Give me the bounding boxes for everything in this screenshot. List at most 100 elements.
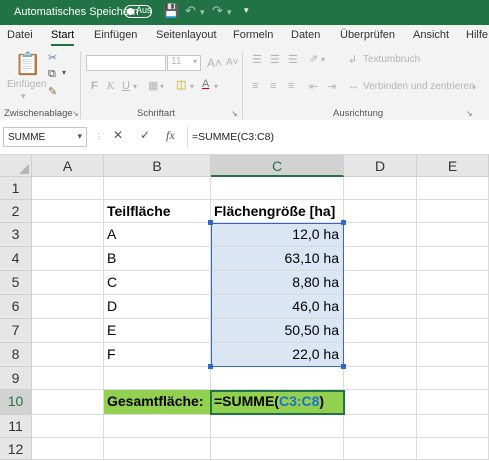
align-top-icon[interactable]: ☰ (252, 53, 262, 66)
format-painter-icon[interactable]: ✎ (48, 85, 57, 98)
font-launcher-icon[interactable]: ↘ (231, 109, 238, 118)
cell-b7[interactable]: E (104, 319, 211, 343)
range-handle-top-left[interactable] (208, 220, 213, 225)
alignment-launcher-icon[interactable]: ↘ (466, 109, 473, 118)
enter-icon[interactable]: ✓ (140, 128, 150, 142)
cell-c4[interactable]: 63,10 ha (211, 247, 344, 271)
cell-c2[interactable]: Flächengröße [ha] (211, 200, 344, 223)
cell-d2[interactable] (344, 200, 417, 223)
cell-e6[interactable] (417, 295, 489, 319)
cell-e5[interactable] (417, 271, 489, 295)
column-header-b[interactable]: B (104, 155, 211, 177)
fill-color-dropdown-icon[interactable]: ▾ (190, 82, 194, 91)
row-header-12[interactable]: 12 (0, 438, 32, 460)
tab-hilfe[interactable]: Hilfe (466, 29, 488, 41)
row-header-2[interactable]: 2 (0, 200, 32, 223)
save-icon[interactable]: 💾 (163, 3, 179, 19)
customize-quick-access-icon[interactable]: ▾ (244, 5, 249, 16)
cell-c5[interactable]: 8,80 ha (211, 271, 344, 295)
cell-b4[interactable]: B (104, 247, 211, 271)
row-header-8[interactable]: 8 (0, 343, 32, 367)
row-header-1[interactable]: 1 (0, 177, 32, 200)
font-name-input[interactable] (86, 55, 166, 71)
cell-a12[interactable] (32, 438, 104, 460)
merge-dropdown-icon[interactable]: ▾ (472, 83, 476, 92)
cell-a5[interactable] (32, 271, 104, 295)
undo-dropdown-icon[interactable]: ▾ (200, 7, 205, 18)
align-middle-icon[interactable]: ☰ (270, 53, 280, 66)
wrap-text-label[interactable]: Textumbruch (363, 54, 420, 65)
cell-a9[interactable] (32, 367, 104, 390)
cell-e2[interactable] (417, 200, 489, 223)
cell-d12[interactable] (344, 438, 417, 460)
cell-b11[interactable] (104, 415, 211, 438)
merge-label[interactable]: Verbinden und zentrieren (363, 81, 475, 92)
cell-d1[interactable] (344, 177, 417, 200)
formula-bar-grip-icon[interactable]: ⋮ (95, 132, 103, 141)
copy-dropdown-icon[interactable]: ▾ (62, 68, 66, 77)
tab-ueberpruefen[interactable]: Überprüfen (340, 29, 395, 41)
cell-e1[interactable] (417, 177, 489, 200)
bold-icon[interactable]: F (91, 80, 98, 92)
range-handle-bottom-left[interactable] (208, 364, 213, 369)
cell-b1[interactable] (104, 177, 211, 200)
cell-c9[interactable] (211, 367, 344, 390)
row-header-11[interactable]: 11 (0, 415, 32, 438)
cell-a8[interactable] (32, 343, 104, 367)
orientation-icon[interactable]: ⇗ (309, 52, 318, 65)
redo-dropdown-icon[interactable]: ▾ (227, 7, 232, 18)
row-header-5[interactable]: 5 (0, 271, 32, 295)
cancel-icon[interactable]: ✕ (113, 128, 123, 142)
cell-a7[interactable] (32, 319, 104, 343)
borders-dropdown-icon[interactable]: ▾ (160, 82, 164, 91)
font-color-icon[interactable]: A (202, 78, 209, 90)
select-all-button[interactable] (0, 155, 32, 177)
fill-color-icon[interactable]: ◫ (176, 78, 186, 91)
range-handle-top-right[interactable] (341, 220, 346, 225)
cell-c7[interactable]: 50,50 ha (211, 319, 344, 343)
merge-icon[interactable]: ↔ (348, 80, 359, 92)
cell-c11[interactable] (211, 415, 344, 438)
cell-c10[interactable]: =SUMME(C3:C8) (211, 390, 345, 415)
tab-datei[interactable]: Datei (7, 29, 33, 41)
paste-dropdown-icon[interactable]: ▾ (21, 91, 26, 102)
cell-b9[interactable] (104, 367, 211, 390)
column-header-c[interactable]: C (211, 155, 344, 177)
cell-d3[interactable] (344, 223, 417, 247)
cell-a2[interactable] (32, 200, 104, 223)
decrease-indent-icon[interactable]: ⇤ (309, 80, 318, 93)
copy-icon[interactable]: ⧉ (48, 68, 56, 81)
cell-d4[interactable] (344, 247, 417, 271)
cell-a6[interactable] (32, 295, 104, 319)
tab-formeln[interactable]: Formeln (233, 29, 273, 41)
font-color-dropdown-icon[interactable]: ▾ (214, 82, 218, 91)
cell-e10[interactable] (417, 390, 489, 415)
row-header-4[interactable]: 4 (0, 247, 32, 271)
name-box[interactable]: SUMME ▾ (3, 127, 87, 147)
underline-dropdown-icon[interactable]: ▾ (133, 82, 137, 91)
cell-e7[interactable] (417, 319, 489, 343)
range-handle-bottom-right[interactable] (341, 364, 346, 369)
column-header-a[interactable]: A (32, 155, 104, 177)
cell-b6[interactable]: D (104, 295, 211, 319)
tab-einfuegen[interactable]: Einfügen (94, 29, 137, 41)
cell-a10[interactable] (32, 390, 104, 415)
cell-e4[interactable] (417, 247, 489, 271)
cell-e12[interactable] (417, 438, 489, 460)
cell-c6[interactable]: 46,0 ha (211, 295, 344, 319)
cell-a11[interactable] (32, 415, 104, 438)
cell-a1[interactable] (32, 177, 104, 200)
cell-d7[interactable] (344, 319, 417, 343)
row-header-6[interactable]: 6 (0, 295, 32, 319)
column-header-d[interactable]: D (344, 155, 417, 177)
cell-d11[interactable] (344, 415, 417, 438)
increase-font-icon[interactable]: A˄ (207, 56, 222, 70)
cell-c8[interactable]: 22,0 ha (211, 343, 344, 367)
cell-a3[interactable] (32, 223, 104, 247)
cell-e9[interactable] (417, 367, 489, 390)
align-left-icon[interactable]: ≡ (252, 80, 258, 92)
cell-e11[interactable] (417, 415, 489, 438)
cell-e8[interactable] (417, 343, 489, 367)
cut-icon[interactable]: ✂ (48, 51, 57, 64)
cell-b3[interactable]: A (104, 223, 211, 247)
